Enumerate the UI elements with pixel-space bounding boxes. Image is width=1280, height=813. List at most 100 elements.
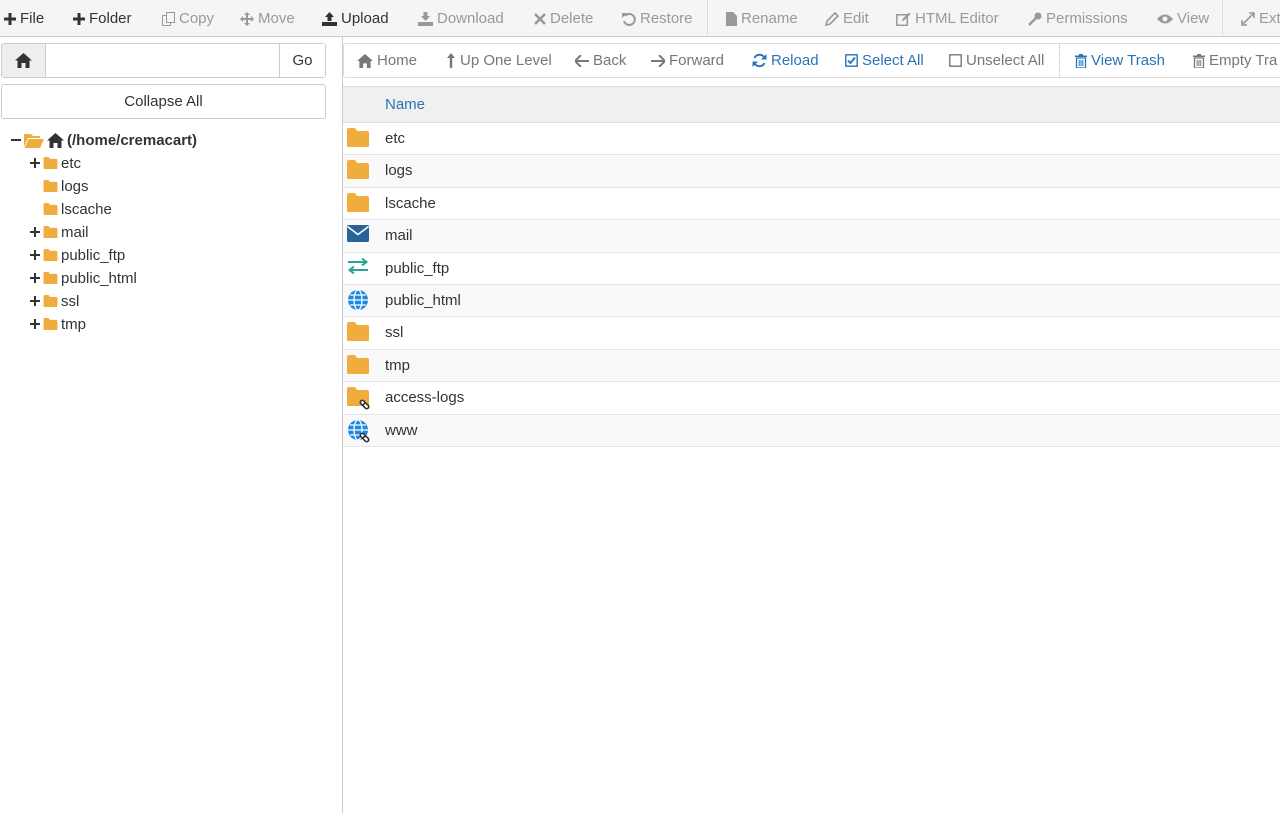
copy-label: Copy <box>179 10 215 27</box>
checkbox-empty-icon <box>949 54 962 67</box>
trash-icon <box>1193 53 1205 68</box>
file-row-public-ftp[interactable]: public_ftp <box>343 253 1280 285</box>
back-button[interactable]: Back <box>575 43 626 78</box>
forward-button[interactable]: Forward <box>651 43 724 78</box>
empty-trash-button[interactable]: Empty Tra <box>1193 43 1277 78</box>
nav-separator <box>1059 43 1060 78</box>
restore-label: Restore <box>640 10 693 27</box>
forward-label: Forward <box>669 52 725 69</box>
folder-icon <box>347 160 371 182</box>
collapse-all-button[interactable]: Collapse All <box>1 84 326 119</box>
copy-button[interactable]: Copy <box>162 0 215 36</box>
arrow-left-icon <box>575 54 589 67</box>
expand-toggle-icon[interactable] <box>30 250 40 260</box>
file-row-tmp[interactable]: tmp <box>343 349 1280 383</box>
view-button[interactable]: View <box>1157 0 1210 36</box>
download-button[interactable]: Download <box>418 0 504 36</box>
select-all-button[interactable]: Select All <box>845 43 924 78</box>
empty-trash-label: Empty Tra <box>1209 52 1278 69</box>
file-row-public-html[interactable]: public_html <box>343 284 1280 318</box>
permissions-button[interactable]: Permissions <box>1028 0 1128 36</box>
close-x-icon <box>534 12 546 25</box>
tree-item-public-html[interactable]: public_html <box>30 267 137 289</box>
key-icon <box>1028 12 1042 26</box>
permissions-label: Permissions <box>1046 10 1128 27</box>
folder-icon <box>43 318 58 330</box>
rename-button[interactable]: Rename <box>726 0 798 36</box>
new-file-label: File <box>20 10 45 27</box>
up-one-level-label: Up One Level <box>460 52 552 69</box>
file-row-lscache[interactable]: lscache <box>343 188 1280 221</box>
new-file-button[interactable]: File <box>4 0 45 36</box>
file-row-ssl[interactable]: ssl <box>343 317 1280 350</box>
edit-button[interactable]: Edit <box>825 0 869 36</box>
checkbox-checked-icon <box>845 54 858 67</box>
toolbar-separator <box>1222 0 1223 36</box>
main-toolbar: File Folder Copy Move Upload Download De… <box>0 0 1280 37</box>
expand-toggle-icon[interactable] <box>30 296 40 306</box>
tree-item-tmp[interactable]: tmp <box>30 313 86 335</box>
extract-button[interactable]: Ext <box>1241 0 1280 36</box>
path-bar: Go <box>1 43 326 78</box>
view-label: View <box>1177 10 1210 27</box>
new-folder-button[interactable]: Folder <box>73 0 132 36</box>
unselect-all-label: Unselect All <box>966 52 1045 69</box>
expand-toggle-icon[interactable] <box>30 319 40 329</box>
unselect-all-button[interactable]: Unselect All <box>949 43 1044 78</box>
collapse-toggle-icon[interactable] <box>11 135 21 145</box>
move-button[interactable]: Move <box>240 0 295 36</box>
edit-square-icon <box>896 12 911 26</box>
up-one-level-button[interactable]: Up One Level <box>446 43 552 78</box>
file-table-header: Name <box>343 86 1280 123</box>
expand-toggle-icon[interactable] <box>30 273 40 283</box>
view-trash-button[interactable]: View Trash <box>1075 43 1165 78</box>
restore-button[interactable]: Restore <box>622 0 693 36</box>
file-row-etc[interactable]: etc <box>343 123 1280 156</box>
tree-item-logs[interactable]: logs <box>30 175 89 197</box>
file-row-mail[interactable]: mail <box>343 220 1280 253</box>
upload-button[interactable]: Upload <box>322 0 389 36</box>
folder-icon <box>43 295 58 307</box>
name-column-header[interactable]: Name <box>385 96 425 113</box>
exchange-arrows-icon <box>347 257 371 280</box>
file-row-logs[interactable]: logs <box>343 155 1280 188</box>
file-name: public_ftp <box>385 259 450 277</box>
folder-icon <box>347 192 371 215</box>
folder-icon <box>43 249 58 261</box>
reload-button[interactable]: Reload <box>752 43 819 78</box>
home-button[interactable] <box>2 44 46 77</box>
edit-label: Edit <box>843 10 869 27</box>
file-name: logs <box>385 162 413 180</box>
file-name: etc <box>385 130 406 147</box>
file-row-www[interactable]: www <box>343 414 1280 447</box>
file-row-access-logs[interactable]: access-logs <box>343 382 1280 415</box>
tree-item-label: logs <box>61 177 89 195</box>
tree-item-public-ftp[interactable]: public_ftp <box>30 244 125 266</box>
upload-icon <box>322 11 337 26</box>
go-button[interactable]: Go <box>279 44 325 77</box>
tree-item-label: tmp <box>61 315 87 333</box>
tree-item-mail[interactable]: mail <box>30 221 89 243</box>
rename-label: Rename <box>741 10 798 27</box>
path-input[interactable] <box>46 44 279 77</box>
tree-item-ssl[interactable]: ssl <box>30 290 79 312</box>
globe-link-icon <box>347 419 371 443</box>
tree-item-lscache[interactable]: lscache <box>30 198 112 220</box>
nav-home-button[interactable]: Home <box>357 43 417 78</box>
expand-toggle-icon[interactable] <box>30 227 40 237</box>
html-editor-button[interactable]: HTML Editor <box>896 0 999 36</box>
folder-icon <box>43 272 58 284</box>
back-label: Back <box>593 52 627 69</box>
tree-item-etc[interactable]: etc <box>30 152 81 174</box>
expand-toggle-icon[interactable] <box>30 158 40 168</box>
file-name: public_html <box>385 291 461 309</box>
tree-root[interactable]: (/home/cremacart) <box>11 129 197 151</box>
copy-icon <box>162 11 175 26</box>
delete-button[interactable]: Delete <box>534 0 593 36</box>
file-name: www <box>385 421 418 439</box>
tree-item-label: mail <box>61 223 89 241</box>
folder-icon <box>43 226 58 238</box>
folder-icon <box>347 354 371 377</box>
file-icon <box>726 11 737 26</box>
tree-item-label: public_ftp <box>61 246 126 264</box>
